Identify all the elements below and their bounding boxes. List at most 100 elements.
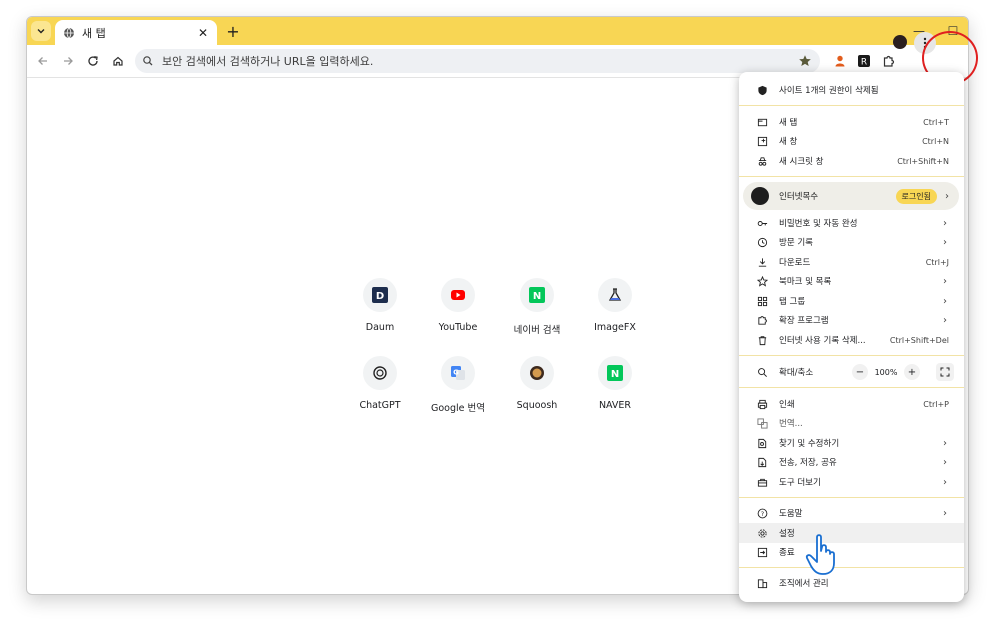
svg-text:?: ?: [760, 509, 763, 517]
menu-find-edit[interactable]: 찾기 및 수정하기 ›: [739, 434, 964, 452]
profile-avatar[interactable]: [893, 35, 907, 49]
tab-title: 새 탭: [82, 26, 106, 40]
new-tab-button[interactable]: +: [223, 21, 243, 41]
shortcut-imagefx[interactable]: ImageFX: [575, 278, 655, 333]
svg-text:G: G: [453, 369, 459, 377]
menu-site-permissions[interactable]: 사이트 1개의 권한이 삭제됨: [739, 81, 964, 99]
daum-icon: D: [363, 278, 397, 312]
shortcut-label: NAVER: [598, 400, 632, 411]
menu-print[interactable]: 인쇄 Ctrl+P: [739, 395, 964, 413]
profile-avatar-icon: [751, 187, 769, 205]
bookmark-star-icon[interactable]: [798, 54, 812, 68]
shortcut-label: 네이버 검색: [513, 325, 561, 336]
globe-icon: [63, 27, 75, 39]
chevron-right-icon: ›: [943, 314, 947, 326]
find-page-icon: [756, 437, 768, 449]
building-icon: [756, 577, 768, 589]
menu-new-tab[interactable]: 새 탭 Ctrl+T: [739, 113, 964, 131]
chevron-right-icon: ›: [943, 236, 947, 248]
incognito-icon: [756, 155, 768, 167]
svg-text:D: D: [376, 291, 384, 302]
menu-clear-data[interactable]: 인터넷 사용 기록 삭제... Ctrl+Shift+Del: [739, 331, 964, 349]
gear-icon: [756, 527, 768, 539]
menu-help[interactable]: ? 도움말 ›: [739, 504, 964, 522]
shortcut-naver[interactable]: N NAVER: [575, 356, 655, 411]
menu-cast-save-share[interactable]: 전송, 저장, 공유 ›: [739, 453, 964, 471]
download-icon: [756, 256, 768, 268]
chevron-right-icon: ›: [945, 190, 949, 202]
shortcut-chatgpt[interactable]: ChatGPT: [340, 356, 420, 411]
zoom-out-button[interactable]: −: [852, 364, 868, 380]
address-bar[interactable]: 보안 검색에서 검색하거나 URL을 입력하세요.: [135, 49, 820, 73]
menu-extensions[interactable]: 확장 프로그램 ›: [739, 311, 964, 329]
svg-text:N: N: [611, 369, 619, 380]
title-bar: 새 탭 ✕ + — ☐: [27, 17, 968, 45]
search-icon: [142, 55, 154, 67]
exit-icon: [756, 546, 768, 558]
tab-search-button[interactable]: [31, 21, 51, 41]
star-icon: [756, 275, 768, 287]
menu-zoom: 확대/축소 − 100% +: [739, 362, 964, 382]
chevron-right-icon: ›: [943, 437, 947, 449]
zoom-in-button[interactable]: +: [904, 364, 920, 380]
shortcut-youtube[interactable]: YouTube: [418, 278, 498, 333]
new-tab-icon: [756, 116, 768, 128]
fullscreen-icon[interactable]: [936, 363, 954, 381]
tab-close-icon[interactable]: ✕: [195, 25, 211, 41]
trash-icon: [756, 334, 768, 346]
extensions-puzzle-icon[interactable]: [880, 52, 898, 70]
tab-new-tab[interactable]: 새 탭 ✕: [55, 20, 217, 45]
chevron-right-icon: ›: [943, 275, 947, 287]
hand-cursor-icon: [805, 534, 835, 575]
shortcut-label: ImageFX: [594, 322, 636, 333]
imagefx-flask-icon: [598, 278, 632, 312]
shortcut-naver-search[interactable]: N 네이버 검색: [497, 278, 577, 336]
extension-person-icon[interactable]: [831, 52, 849, 70]
menu-settings[interactable]: 설정: [739, 523, 964, 543]
menu-incognito[interactable]: 새 시크릿 창 Ctrl+Shift+N: [739, 152, 964, 170]
extension-r-icon[interactable]: R: [855, 52, 873, 70]
menu-managed-by-org[interactable]: 조직에서 관리: [739, 574, 964, 592]
zoom-icon: [756, 366, 768, 378]
menu-profile[interactable]: 인터넷목수 로그인됨 ›: [743, 182, 959, 210]
menu-divider: [739, 567, 964, 568]
chevron-right-icon: ›: [943, 295, 947, 307]
chevron-right-icon: ›: [943, 476, 947, 488]
menu-divider: [739, 105, 964, 106]
menu-translate[interactable]: 번역...: [739, 414, 964, 432]
home-icon[interactable]: [106, 49, 130, 73]
menu-more-tools[interactable]: 도구 더보기 ›: [739, 473, 964, 491]
svg-text:R: R: [861, 58, 867, 68]
menu-downloads[interactable]: 다운로드 Ctrl+J: [739, 253, 964, 271]
menu-exit[interactable]: 종료: [739, 543, 964, 561]
shortcut-label: ChatGPT: [359, 400, 401, 411]
naver-icon: N: [520, 278, 554, 312]
shortcut-google-translate[interactable]: G Google 번역: [418, 356, 498, 414]
menu-divider: [739, 497, 964, 498]
menu-divider: [739, 355, 964, 356]
menu-tab-groups[interactable]: 탭 그룹 ›: [739, 292, 964, 310]
forward-icon[interactable]: [56, 49, 80, 73]
shortcut-daum[interactable]: D Daum: [340, 278, 420, 333]
shortcut-squoosh[interactable]: Squoosh: [497, 356, 577, 411]
new-window-icon: [756, 135, 768, 147]
menu-passwords[interactable]: 비밀번호 및 자동 완성 ›: [739, 214, 964, 232]
tab-groups-icon: [756, 295, 768, 307]
key-icon: [756, 217, 768, 229]
toolbox-icon: [756, 476, 768, 488]
shortcut-label: Squoosh: [516, 400, 558, 411]
reload-icon[interactable]: [81, 49, 105, 73]
history-icon: [756, 236, 768, 248]
shortcut-label: Google 번역: [430, 403, 485, 414]
naver-icon: N: [598, 356, 632, 390]
shield-icon: [756, 84, 768, 96]
menu-divider: [739, 387, 964, 388]
chevron-right-icon: ›: [943, 507, 947, 519]
print-icon: [756, 398, 768, 410]
menu-bookmarks[interactable]: 북마크 및 목록 ›: [739, 272, 964, 290]
puzzle-icon: [756, 314, 768, 326]
back-icon[interactable]: [31, 49, 55, 73]
translate-icon: [756, 417, 768, 429]
menu-history[interactable]: 방문 기록 ›: [739, 233, 964, 251]
menu-new-window[interactable]: 새 창 Ctrl+N: [739, 132, 964, 150]
